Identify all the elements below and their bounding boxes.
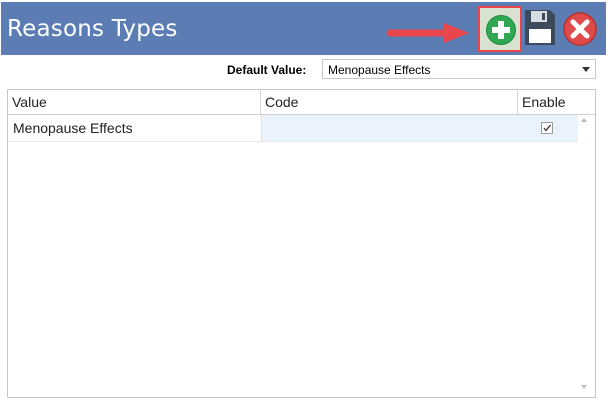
- save-button[interactable]: [524, 9, 556, 46]
- checkmark-icon: [543, 124, 552, 132]
- column-header-value[interactable]: Value: [8, 90, 261, 114]
- add-button[interactable]: [478, 6, 522, 52]
- default-value-row: Default Value: Menopause Effects: [0, 59, 608, 81]
- column-header-enable[interactable]: Enable: [518, 90, 578, 114]
- column-header-code[interactable]: Code: [261, 90, 518, 114]
- scroll-down-arrow[interactable]: [581, 385, 587, 389]
- annotation-arrow: [386, 23, 469, 43]
- default-value-dropdown[interactable]: Menopause Effects: [322, 59, 596, 79]
- plus-icon: [486, 15, 516, 45]
- close-icon: [563, 12, 597, 46]
- reasons-grid: Value Code Enable Menopause Effects: [7, 89, 596, 398]
- scroll-up-arrow[interactable]: [581, 118, 587, 122]
- cell-value[interactable]: Menopause Effects: [8, 115, 261, 141]
- default-value-label: Default Value:: [227, 63, 307, 77]
- default-value-selected: Menopause Effects: [328, 63, 431, 77]
- grid-header: Value Code Enable: [8, 90, 595, 115]
- close-button[interactable]: [562, 11, 598, 47]
- floppy-disk-icon: [525, 10, 555, 45]
- cell-code[interactable]: [261, 115, 518, 141]
- table-row[interactable]: Menopause Effects: [8, 115, 578, 142]
- chevron-down-icon: [582, 67, 590, 72]
- page-title: Reasons Types: [7, 16, 178, 42]
- cell-enable[interactable]: [518, 115, 578, 141]
- enable-checkbox[interactable]: [541, 122, 553, 134]
